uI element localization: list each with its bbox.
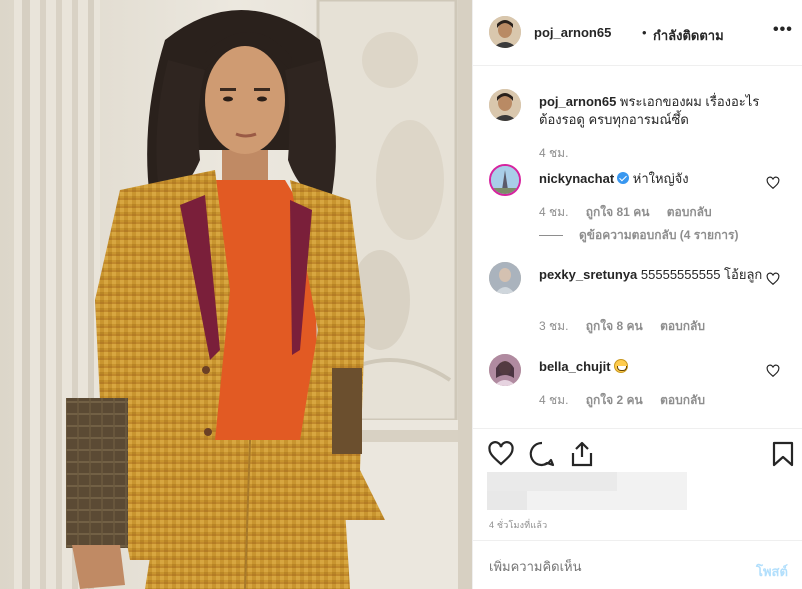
add-comment-bar: โพสต์ <box>473 540 802 589</box>
post-header: poj_arnon65 • กำลังติดตาม ••• <box>473 0 802 66</box>
comment-avatar-image <box>489 354 521 386</box>
comment-likes[interactable]: ถูกใจ 2 คน <box>586 393 643 407</box>
follow-status-button[interactable]: กำลังติดตาม <box>653 25 724 46</box>
post-side-panel: poj_arnon65 • กำลังติดตาม ••• poj_arnon6… <box>472 0 802 589</box>
comment-username[interactable]: bella_chujit <box>539 359 611 374</box>
comment-time[interactable]: 4 ชม. <box>539 205 568 219</box>
comment-likes[interactable]: ถูกใจ 8 คน <box>586 319 643 333</box>
view-replies-button[interactable]: ดูข้อความตอบกลับ (4 รายการ) <box>539 226 738 245</box>
comment-avatar-image <box>489 262 521 294</box>
comment-meta: 4 ชม. <box>539 144 582 163</box>
comment-like-heart-icon[interactable] <box>766 364 780 378</box>
share-icon[interactable] <box>568 440 596 468</box>
author-username[interactable]: poj_arnon65 <box>534 25 611 40</box>
comment-username[interactable]: nickynachat <box>539 171 614 186</box>
reply-button[interactable]: ตอบกลับ <box>667 205 712 219</box>
post-comment-button[interactable]: โพสต์ <box>756 561 788 582</box>
caption-avatar[interactable] <box>489 89 521 121</box>
blur-block <box>487 472 617 491</box>
comment-likes[interactable]: ถูกใจ 81 คน <box>586 205 650 219</box>
comment-time[interactable]: 4 ชม. <box>539 393 568 407</box>
bookmark-icon[interactable] <box>769 440 797 468</box>
comment-avatar[interactable] <box>489 262 521 294</box>
comment-avatar[interactable] <box>489 164 521 196</box>
actions-divider <box>473 428 802 429</box>
comment-username[interactable]: poj_arnon65 <box>539 94 616 109</box>
author-avatar[interactable] <box>489 16 521 48</box>
comment-time[interactable]: 3 ชม. <box>539 319 568 333</box>
blur-block <box>487 491 527 510</box>
action-bar <box>473 438 802 470</box>
separator-dot: • <box>642 25 647 40</box>
post-photo[interactable] <box>0 0 472 589</box>
view-replies-label: ดูข้อความตอบกลับ (4 รายการ) <box>579 228 739 242</box>
heart-icon[interactable] <box>487 440 515 468</box>
add-comment-input[interactable] <box>489 559 709 574</box>
comment-text-block: nickynachat ห่าใหญ่จัง <box>539 170 764 188</box>
author-avatar-image <box>489 16 521 48</box>
comment-avatar[interactable] <box>489 354 521 386</box>
comment-like-heart-icon[interactable] <box>766 176 780 190</box>
comment-text: ห่าใหญ่จัง <box>632 171 689 186</box>
portrait-image <box>0 0 472 589</box>
comment-username[interactable]: pexky_sretunya <box>539 267 637 282</box>
comment-text-block: pexky_sretunya 55555555555 โอ้ยลูก <box>539 266 764 284</box>
comment-icon[interactable] <box>528 440 556 468</box>
grinning-face-emoji-icon <box>614 359 629 373</box>
comment-text: 55555555555 โอ้ยลูก <box>640 267 763 282</box>
comment-meta: 4 ชม. ถูกใจ 81 คน ตอบกลับ <box>539 203 726 222</box>
view-replies-line <box>539 235 563 237</box>
caption-text-block: poj_arnon65 พระเอกของผม เรื่องอะไรต้องรอ… <box>539 93 764 129</box>
post-timestamp[interactable]: 4 ชั่วโมงที่แล้ว <box>489 518 547 532</box>
comment-avatar-image <box>491 166 519 194</box>
reply-button[interactable]: ตอบกลับ <box>660 393 705 407</box>
likes-count-blurred <box>487 472 687 510</box>
comment-meta: 3 ชม. ถูกใจ 8 คน ตอบกลับ <box>539 317 719 336</box>
verified-badge-icon <box>617 172 630 184</box>
more-options-icon[interactable]: ••• <box>773 20 793 40</box>
comment-like-heart-icon[interactable] <box>766 272 780 286</box>
comment-meta: 4 ชม. ถูกใจ 2 คน ตอบกลับ <box>539 391 719 410</box>
comment-text-block: bella_chujit <box>539 358 764 376</box>
comment-time[interactable]: 4 ชม. <box>539 146 568 160</box>
reply-button[interactable]: ตอบกลับ <box>660 319 705 333</box>
caption-avatar-image <box>489 89 521 121</box>
